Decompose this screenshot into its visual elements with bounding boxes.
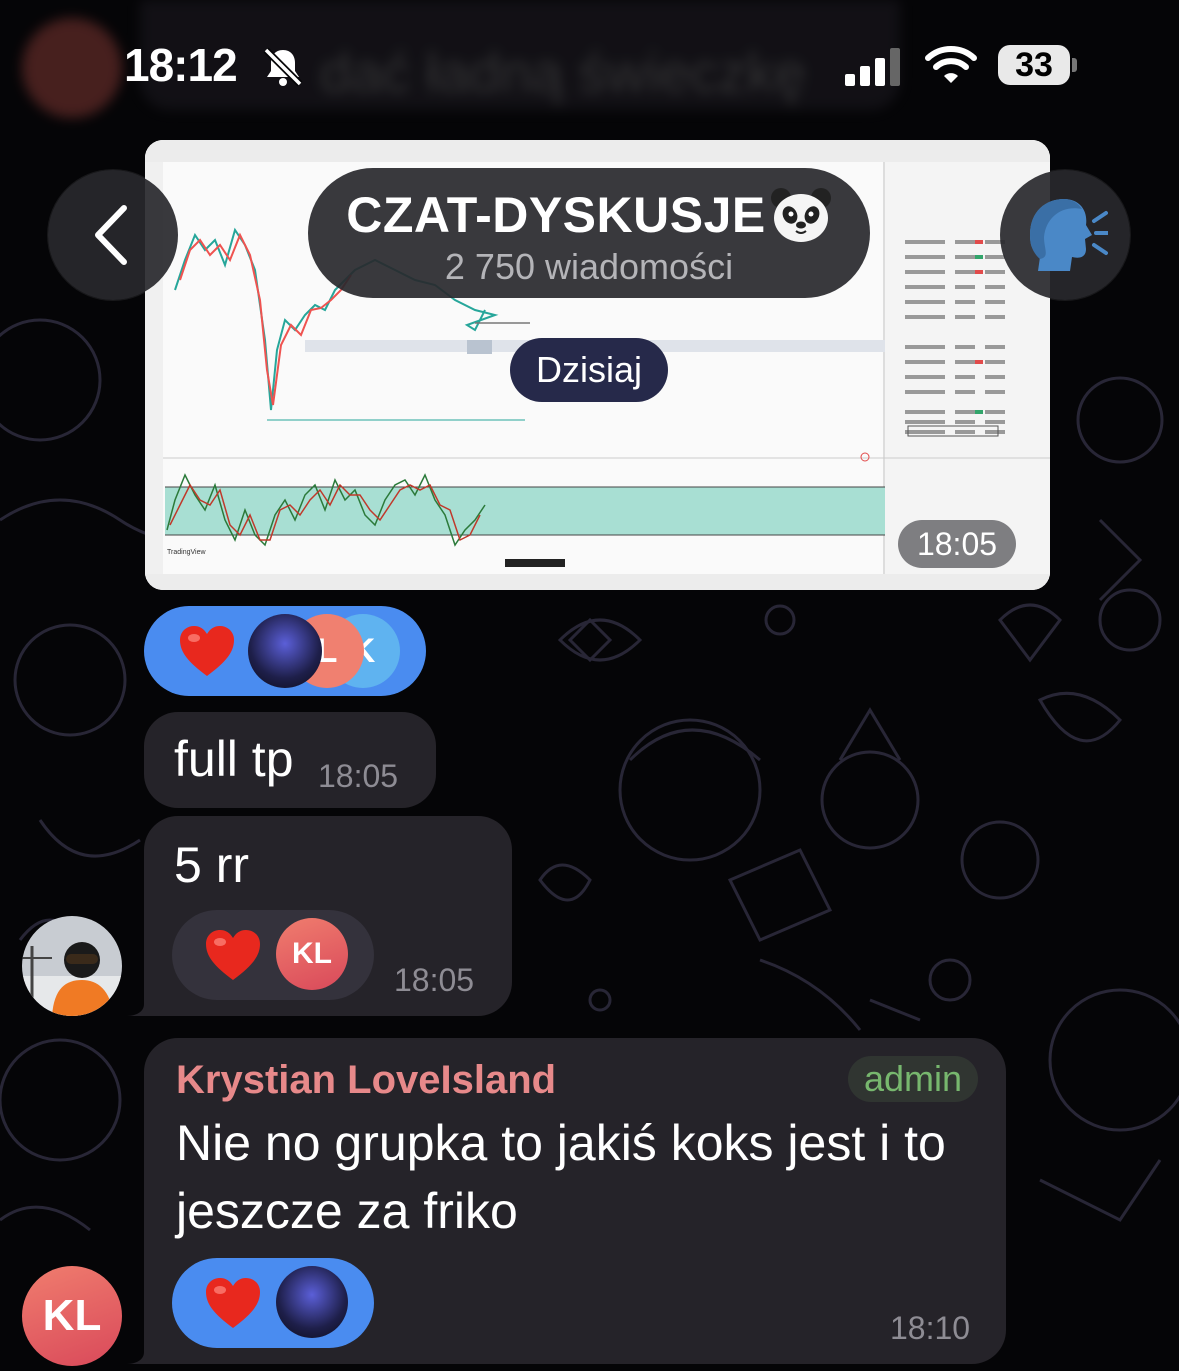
- battery-level-text: 33: [1015, 46, 1053, 84]
- sender-name[interactable]: Krystian LoveIsland: [176, 1058, 556, 1103]
- silent-bell-icon: [263, 47, 303, 87]
- cellular-signal-icon: [845, 48, 900, 86]
- speaking-head-icon: [1030, 199, 1108, 271]
- message-time: 18:05: [394, 962, 475, 998]
- panda-emoji-icon: [770, 187, 831, 242]
- message-count: 2 750 wiadomości: [444, 246, 734, 287]
- bubble-tail: [126, 1332, 156, 1364]
- chat-header[interactable]: CZAT-DYSKUSJE 2 750 wiadomości: [308, 168, 870, 298]
- heart-reaction-icon: [206, 930, 260, 980]
- heart-reaction-icon: [206, 1278, 260, 1328]
- reactor-avatar-photo: [248, 614, 322, 688]
- chat-title: CZAT-DYSKUSJE: [308, 186, 870, 247]
- reactions-bar[interactable]: K L: [144, 606, 426, 696]
- avatar-photo: [22, 916, 122, 1016]
- heart-reaction-icon: [180, 626, 234, 676]
- message-time: 18:05: [898, 520, 1016, 568]
- reactions-bar[interactable]: [172, 1258, 374, 1348]
- sender-avatar[interactable]: [22, 916, 122, 1016]
- admin-badge: admin: [848, 1056, 979, 1102]
- chat-title-text: CZAT-DYSKUSJE: [346, 187, 766, 243]
- message-bubble[interactable]: 5 rr KL 18:05: [144, 816, 512, 1016]
- reactions-bar[interactable]: KL: [172, 910, 374, 1000]
- reactor-avatar-photo: [276, 1266, 348, 1338]
- wifi-icon: [925, 46, 977, 83]
- battery-indicator: 33: [998, 45, 1077, 85]
- blurred-text: dać ładną świeczkę: [320, 41, 806, 104]
- sender-avatar[interactable]: KL: [22, 1266, 122, 1366]
- back-button[interactable]: [48, 170, 178, 300]
- message-bubble[interactable]: full tp 18:05: [144, 712, 436, 808]
- message-text-line: jeszcze za friko: [176, 1183, 518, 1239]
- message-time: 18:10: [890, 1310, 971, 1346]
- date-separator: Dzisiaj: [510, 338, 668, 402]
- blurred-avatar: [22, 18, 122, 118]
- message-time: 18:05: [318, 758, 399, 794]
- message-text: full tp: [174, 731, 294, 787]
- chat-avatar-button[interactable]: [1000, 170, 1130, 300]
- message-bubble[interactable]: Krystian LoveIsland admin Nie no grupka …: [144, 1038, 1006, 1364]
- chevron-left-icon: [95, 205, 127, 265]
- message-text: 5 rr: [174, 837, 249, 893]
- bubble-tail: [126, 984, 156, 1016]
- svg-text:TradingView: TradingView: [167, 549, 206, 556]
- message-text-line: Nie no grupka to jakiś koks jest i to: [176, 1115, 946, 1171]
- status-time: 18:12: [124, 39, 238, 91]
- reactor-avatar-kl: KL: [276, 918, 348, 990]
